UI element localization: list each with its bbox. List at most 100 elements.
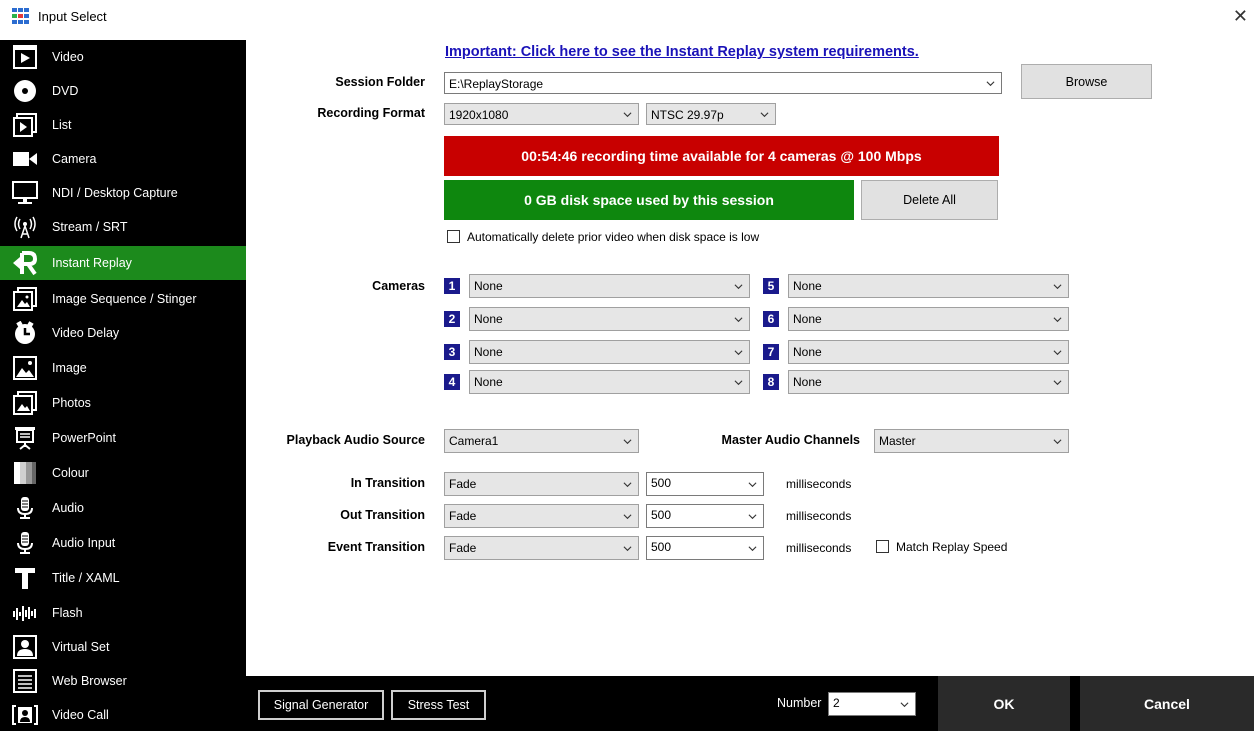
chevron-down-icon	[623, 112, 632, 118]
sidebar-item-label: Virtual Set	[52, 640, 110, 654]
sidebar-item-ndi-desktop-capture[interactable]: NDI / Desktop Capture	[0, 176, 246, 210]
camera-3-select[interactable]: None	[469, 340, 750, 364]
sidebar-item-image[interactable]: Image	[0, 351, 246, 385]
event-transition-duration-combo[interactable]: 500	[646, 536, 764, 560]
sidebar-item-title-xaml[interactable]: Title / XAML	[0, 561, 246, 595]
recording-time-banner: 00:54:46 recording time available for 4 …	[444, 136, 999, 176]
chevron-down-icon	[734, 317, 743, 323]
camera-8-select[interactable]: None	[788, 370, 1069, 394]
chevron-down-icon	[1053, 380, 1062, 386]
master-audio-label: Master Audio Channels	[721, 433, 860, 447]
master-audio-select[interactable]: Master	[874, 429, 1069, 453]
image-sequence-icon	[13, 287, 37, 311]
close-icon[interactable]: ✕	[1233, 6, 1248, 27]
sidebar-item-virtual-set[interactable]: Virtual Set	[0, 630, 246, 664]
sidebar-item-label: Instant Replay	[52, 256, 132, 270]
delete-all-button[interactable]: Delete All	[861, 180, 998, 220]
camera-4-select[interactable]: None	[469, 370, 750, 394]
chevron-down-icon	[1053, 439, 1062, 445]
camera-2-select[interactable]: None	[469, 307, 750, 331]
monitor-icon	[12, 181, 38, 204]
camera-number-badge: 2	[444, 311, 460, 327]
chevron-down-icon	[760, 112, 769, 118]
sidebar-item-video-delay[interactable]: Video Delay	[0, 316, 246, 350]
out-transition-duration-combo[interactable]: 500	[646, 504, 764, 528]
camera-value: None	[474, 312, 503, 326]
camera-5-select[interactable]: None	[788, 274, 1069, 298]
playback-audio-value: Camera1	[449, 434, 499, 448]
window-title: Input Select	[38, 9, 107, 24]
resolution-select[interactable]: 1920x1080	[444, 103, 639, 125]
sidebar-item-camera[interactable]: Camera	[0, 142, 246, 176]
video-call-icon	[12, 705, 38, 725]
camera-value: None	[793, 345, 822, 359]
sidebar-item-label: List	[52, 118, 72, 132]
in-transition-duration-combo[interactable]: 500	[646, 472, 764, 496]
in-transition-effect-select[interactable]: Fade	[444, 472, 639, 496]
sidebar-item-instant-replay[interactable]: Instant Replay	[0, 246, 246, 280]
playback-audio-select[interactable]: Camera1	[444, 429, 639, 453]
chevron-down-icon	[748, 514, 757, 520]
sidebar-item-colour[interactable]: Colour	[0, 456, 246, 490]
app-grid-icon	[12, 8, 29, 24]
sidebar-item-label: Flash	[52, 606, 83, 620]
playback-audio-label: Playback Audio Source	[286, 433, 425, 447]
photos-icon	[13, 391, 37, 415]
framerate-select[interactable]: NTSC 29.97p	[646, 103, 776, 125]
session-folder-combo[interactable]: E:\ReplayStorage	[444, 72, 1002, 94]
chevron-down-icon	[734, 350, 743, 356]
dvd-icon	[14, 80, 36, 102]
out-transition-label: Out Transition	[340, 508, 425, 522]
camera-value: None	[793, 279, 822, 293]
sidebar-item-label: Photos	[52, 396, 91, 410]
sidebar-item-label: NDI / Desktop Capture	[52, 186, 178, 200]
master-audio-value: Master	[879, 434, 916, 448]
camera-1-select[interactable]: None	[469, 274, 750, 298]
sidebar-item-dvd[interactable]: DVD	[0, 74, 246, 108]
presentation-icon	[15, 427, 35, 450]
camera-7-select[interactable]: None	[788, 340, 1069, 364]
sidebar-item-web-browser[interactable]: Web Browser	[0, 664, 246, 698]
sidebar-item-label: DVD	[52, 84, 79, 98]
sidebar-item-image-sequence-stinger[interactable]: Image Sequence / Stinger	[0, 282, 246, 316]
sidebar-item-flash[interactable]: Flash	[0, 596, 246, 630]
microphone-icon	[17, 497, 33, 519]
chevron-down-icon	[1053, 317, 1062, 323]
match-replay-speed-checkbox[interactable]	[876, 540, 889, 553]
sidebar-item-label: Image	[52, 361, 87, 375]
sidebar-item-stream-srt[interactable]: Stream / SRT	[0, 210, 246, 244]
camera-6-select[interactable]: None	[788, 307, 1069, 331]
in-transition-duration: 500	[651, 476, 672, 490]
sidebar-item-list[interactable]: List	[0, 108, 246, 142]
number-select[interactable]: 2	[828, 692, 916, 716]
chevron-down-icon	[748, 482, 757, 488]
chevron-down-icon	[734, 380, 743, 386]
microphone-icon	[17, 532, 33, 554]
sidebar-item-audio-input[interactable]: Audio Input	[0, 526, 246, 560]
cancel-button[interactable]: Cancel	[1080, 676, 1254, 731]
out-transition-effect-select[interactable]: Fade	[444, 504, 639, 528]
out-transition-unit: milliseconds	[786, 509, 852, 523]
match-replay-speed-label: Match Replay Speed	[896, 540, 1008, 554]
auto-delete-checkbox[interactable]	[447, 230, 460, 243]
event-transition-effect-select[interactable]: Fade	[444, 536, 639, 560]
sidebar-item-video-call[interactable]: Video Call	[0, 698, 246, 732]
ok-button[interactable]: OK	[938, 676, 1070, 731]
sidebar-item-photos[interactable]: Photos	[0, 386, 246, 420]
stress-test-button[interactable]: Stress Test	[391, 690, 486, 720]
camera-number-badge: 4	[444, 374, 460, 390]
sidebar-item-video[interactable]: Video	[0, 40, 246, 74]
chevron-down-icon	[623, 514, 632, 520]
system-requirements-link[interactable]: Important: Click here to see the Instant…	[445, 44, 919, 60]
signal-generator-button[interactable]: Signal Generator	[258, 690, 384, 720]
chevron-down-icon	[1053, 284, 1062, 290]
browse-button[interactable]: Browse	[1021, 64, 1152, 99]
sidebar-item-label: Audio	[52, 501, 84, 515]
sidebar-item-powerpoint[interactable]: PowerPoint	[0, 421, 246, 455]
sidebar-item-audio[interactable]: Audio	[0, 491, 246, 525]
colour-icon	[14, 462, 36, 484]
chevron-down-icon	[1053, 350, 1062, 356]
camera-number-badge: 7	[763, 344, 779, 360]
out-transition-effect: Fade	[449, 509, 477, 523]
camera-icon	[13, 152, 37, 166]
